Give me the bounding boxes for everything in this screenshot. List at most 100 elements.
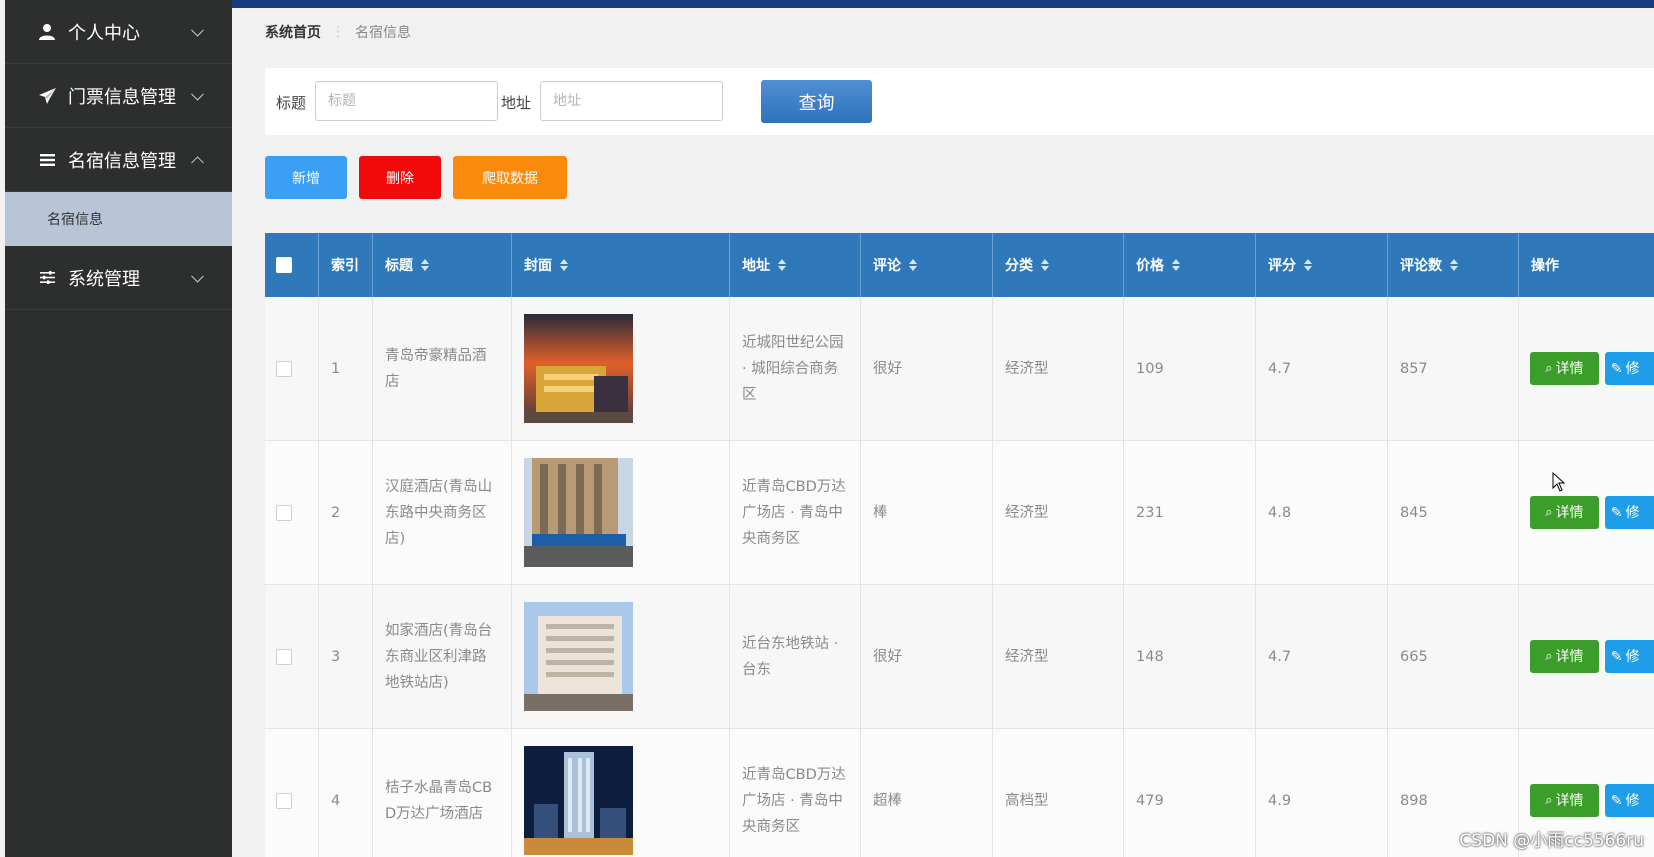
header-comment[interactable]: 评论 [861, 233, 993, 297]
sort-icon[interactable] [909, 259, 917, 271]
address-cell: 近城阳世纪公园 · 城阳综合商务区 [730, 297, 861, 440]
row-checkbox[interactable] [276, 792, 292, 809]
title-line: 青岛帝豪精品酒 [385, 347, 487, 364]
title-search-input[interactable] [315, 81, 498, 121]
header-rating[interactable]: 评分 [1256, 233, 1388, 297]
title-line: 店) [385, 530, 406, 547]
homestay-table: 索引 标题 封面 地址 评论 分类 价格 评分 评论数 操作 1 青岛帝豪精品酒… [265, 233, 1654, 857]
breadcrumb-current: 名宿信息 [355, 25, 411, 41]
chevron-down-icon [191, 269, 204, 283]
add-button[interactable]: 新增 [265, 156, 347, 199]
title-line: 汉庭酒店(青岛山 [385, 478, 493, 495]
address-line: 广场店 · 青岛中 [742, 792, 843, 809]
sidebar-item-system-management[interactable]: 系统管理 [5, 246, 232, 310]
sidebar-item-homestay-management[interactable]: 名宿信息管理 [5, 128, 232, 192]
address-line: 近城阳世纪公园 [742, 334, 844, 351]
sort-icon[interactable] [1304, 259, 1312, 271]
table-row: 3 如家酒店(青岛台 东商业区利津路 地铁站店) 近台东地铁站 · 台东 很好 经济型… [265, 585, 1654, 729]
cover-image[interactable] [524, 602, 633, 711]
address-line: 近台东地铁站 · [742, 635, 839, 652]
edit-button[interactable]: ✎ 修 [1604, 496, 1654, 529]
sidebar-subitem-homestay-info[interactable]: 名宿信息 [5, 192, 232, 246]
title-cell: 桔子水晶青岛CB D万达广场酒店 [373, 729, 512, 857]
header-review-count-label: 评论数 [1400, 258, 1442, 274]
search-panel: 标题 地址 查询 [265, 68, 1654, 135]
edit-button[interactable]: ✎ 修 [1604, 352, 1654, 385]
address-line: 央商务区 [742, 818, 800, 835]
row-select-cell [265, 297, 319, 440]
sort-icon[interactable] [778, 259, 786, 271]
rating-cell: 4.7 [1256, 585, 1388, 728]
sidebar-item-label: 个人中心 [68, 22, 140, 44]
header-title[interactable]: 标题 [373, 233, 512, 297]
cover-image[interactable] [524, 458, 633, 567]
row-select-cell [265, 441, 319, 584]
detail-button[interactable]: ⌕ 详情 [1530, 784, 1599, 817]
top-bar [232, 0, 1654, 8]
chevron-up-icon [191, 155, 204, 169]
header-address[interactable]: 地址 [730, 233, 861, 297]
detail-button[interactable]: ⌕ 详情 [1530, 496, 1599, 529]
title-cell: 汉庭酒店(青岛山 东路中央商务区 店) [373, 441, 512, 584]
header-ops-label: 操作 [1531, 258, 1559, 274]
detail-label: 详情 [1555, 648, 1584, 665]
address-search-input[interactable] [540, 81, 723, 121]
sort-icon[interactable] [560, 259, 568, 271]
crawl-data-button[interactable]: 爬取数据 [453, 156, 567, 199]
title-line: 店 [385, 373, 400, 390]
title-line: 地铁站店) [385, 674, 449, 691]
chevron-down-icon [191, 23, 204, 37]
sidebar-item-personal-center[interactable]: 个人中心 [5, 0, 232, 64]
select-all-cell [265, 233, 319, 297]
address-cell: 近青岛CBD万达 广场店 · 青岛中 央商务区 [730, 729, 861, 857]
header-review-count[interactable]: 评论数 [1388, 233, 1519, 297]
detail-button[interactable]: ⌕ 详情 [1530, 352, 1599, 385]
review-count-cell: 665 [1388, 585, 1519, 728]
cover-cell [512, 297, 730, 440]
cover-image[interactable] [524, 746, 633, 855]
detail-button[interactable]: ⌕ 详情 [1530, 640, 1599, 673]
query-button[interactable]: 查询 [761, 80, 872, 123]
sort-icon[interactable] [1450, 259, 1458, 271]
select-all-checkbox[interactable] [276, 257, 292, 273]
title-line: 如家酒店(青岛台 [385, 622, 493, 639]
sidebar-item-ticket-management[interactable]: 门票信息管理 [5, 64, 232, 128]
ops-cell: ⌕ 详情 ✎ 修 [1519, 585, 1654, 728]
title-line: D万达广场酒店 [385, 805, 484, 822]
price-cell: 231 [1124, 441, 1256, 584]
row-checkbox[interactable] [276, 360, 292, 377]
comment-cell: 很好 [861, 585, 993, 728]
cover-image[interactable] [524, 314, 633, 423]
breadcrumb: 系统首页 ⋮ 名宿信息 [265, 22, 411, 42]
search-icon: ⌕ [1545, 504, 1553, 520]
sort-icon[interactable] [421, 259, 429, 271]
edit-icon: ✎ [1610, 504, 1623, 521]
address-line: 近青岛CBD万达 [742, 766, 846, 783]
header-rating-label: 评分 [1268, 258, 1296, 274]
breadcrumb-home[interactable]: 系统首页 [265, 22, 321, 42]
title-cell: 青岛帝豪精品酒店 [373, 297, 512, 440]
header-category-label: 分类 [1005, 258, 1033, 274]
header-category[interactable]: 分类 [993, 233, 1124, 297]
edit-icon: ✎ [1610, 792, 1623, 809]
main-content: 系统首页 ⋮ 名宿信息 标题 地址 查询 新增 删除 爬取数据 索引 标题 封面… [232, 0, 1654, 857]
address-cell: 近台东地铁站 · 台东 [730, 585, 861, 728]
title-line: 东商业区利津路 [385, 648, 487, 665]
comment-cell: 很好 [861, 297, 993, 440]
list-icon [38, 151, 56, 169]
sort-icon[interactable] [1041, 259, 1049, 271]
sort-icon[interactable] [1172, 259, 1180, 271]
header-cover[interactable]: 封面 [512, 233, 730, 297]
address-line: 广场店 · 青岛中 [742, 504, 843, 521]
edit-button[interactable]: ✎ 修 [1604, 784, 1654, 817]
review-count-cell: 845 [1388, 441, 1519, 584]
edit-button[interactable]: ✎ 修 [1604, 640, 1654, 673]
header-price[interactable]: 价格 [1124, 233, 1256, 297]
row-checkbox[interactable] [276, 648, 292, 665]
title-cell: 如家酒店(青岛台 东商业区利津路 地铁站店) [373, 585, 512, 728]
table-row: 4 桔子水晶青岛CB D万达广场酒店 近青岛CBD万达 广场店 · 青岛中 央商务区 … [265, 729, 1654, 857]
category-cell: 高档型 [993, 729, 1124, 857]
row-checkbox[interactable] [276, 504, 292, 521]
delete-button[interactable]: 删除 [359, 156, 441, 199]
category-cell: 经济型 [993, 585, 1124, 728]
